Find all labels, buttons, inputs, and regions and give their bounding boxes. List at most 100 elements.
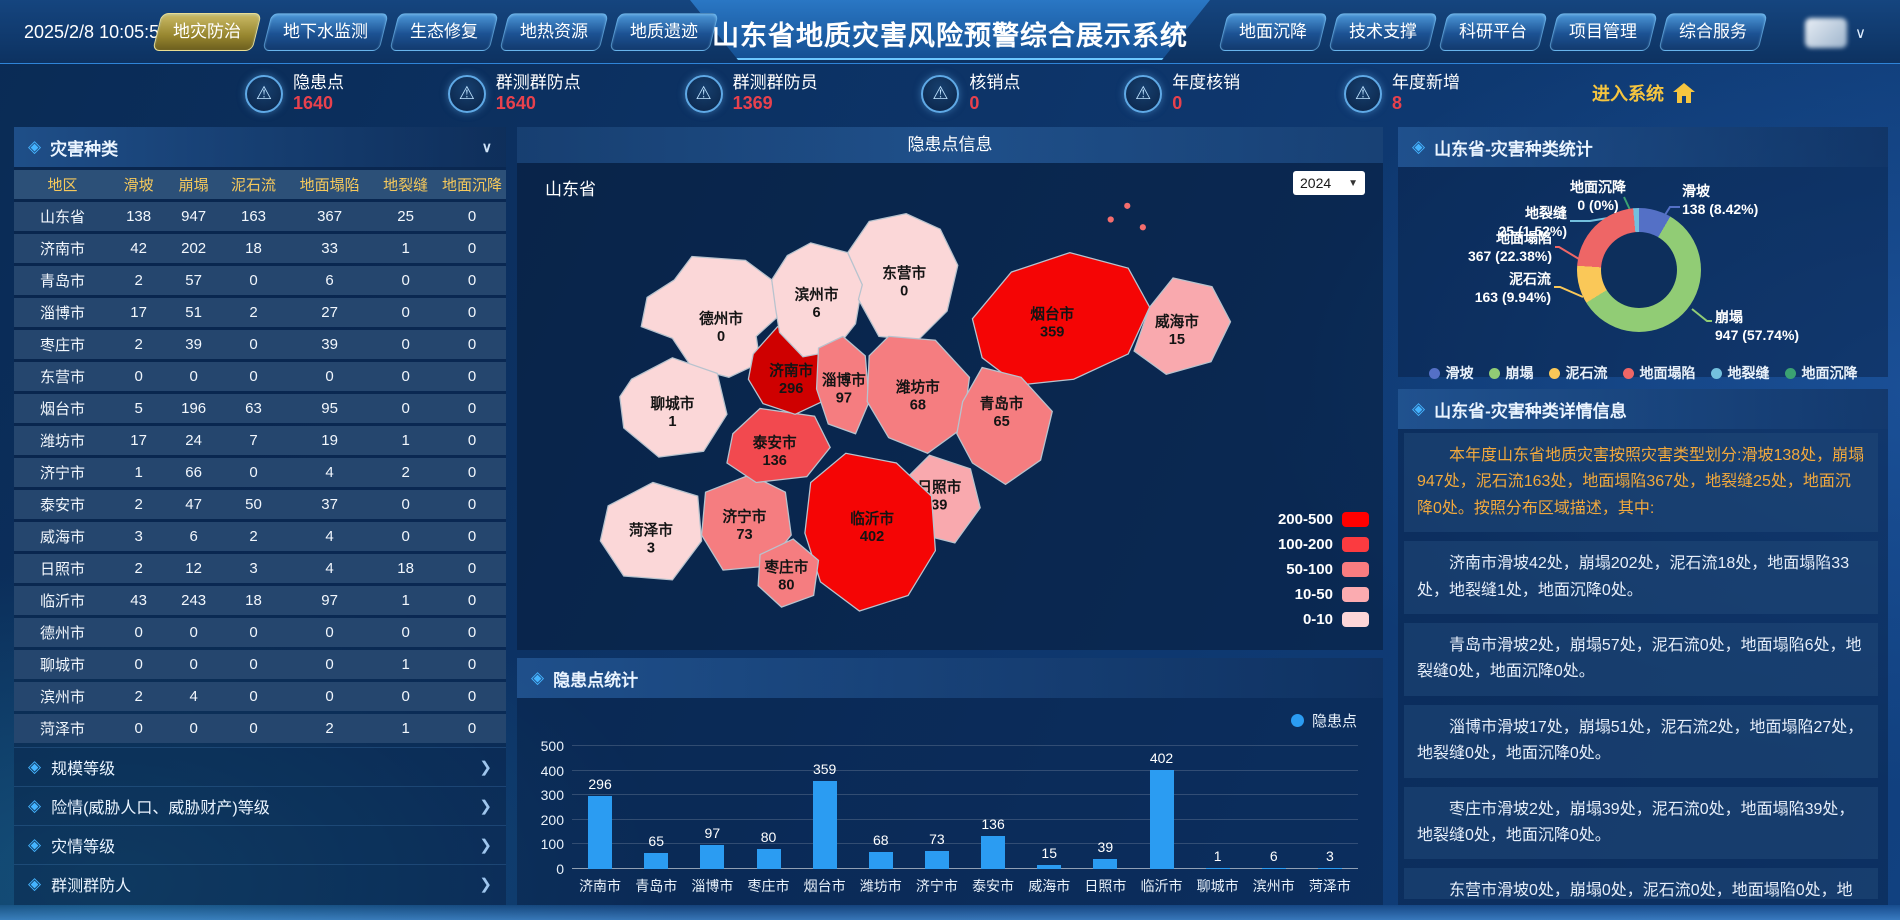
accordion-item[interactable]: ◈群测群防人❯ <box>14 864 506 903</box>
chevron-right-icon: ❯ <box>479 836 492 854</box>
bar[interactable] <box>1262 868 1286 870</box>
leader-line <box>1555 247 1579 259</box>
table-row[interactable]: 烟台市5196639500 <box>14 394 506 423</box>
map-city-value: 80 <box>778 578 794 594</box>
bar[interactable] <box>869 852 893 869</box>
table-row[interactable]: 日照市21234180 <box>14 554 506 583</box>
user-menu[interactable]: ∨ <box>1805 18 1866 48</box>
donut-legend-item[interactable]: 崩塌 <box>1489 363 1534 383</box>
map-legend-label: 200-500 <box>1278 511 1333 528</box>
table-cell: 51 <box>166 304 221 321</box>
accordion-item[interactable]: ◈规模等级❯ <box>14 747 506 786</box>
nav-tab[interactable]: 生态修复 <box>389 13 498 51</box>
bar[interactable] <box>644 853 668 869</box>
table-row[interactable]: 淄博市175122700 <box>14 298 506 327</box>
table-cell: 4 <box>166 688 221 705</box>
bar[interactable] <box>1037 865 1061 869</box>
donut-callout-value: 163 (9.94%) <box>1475 289 1551 307</box>
nav-tab[interactable]: 综合服务 <box>1658 13 1767 51</box>
table-cell: 42 <box>111 240 166 257</box>
bar[interactable] <box>1318 868 1342 870</box>
donut-legend-label: 地面沉降 <box>1802 363 1858 383</box>
avatar[interactable] <box>1805 18 1847 48</box>
table-row[interactable]: 泰安市247503700 <box>14 490 506 519</box>
table-row[interactable]: 聊城市000010 <box>14 650 506 679</box>
donut-legend-item[interactable]: 地面沉降 <box>1785 363 1858 383</box>
stat-label: 核销点 <box>969 73 1020 93</box>
bar[interactable] <box>925 851 949 869</box>
table-row[interactable]: 济南市42202183310 <box>14 234 506 263</box>
table-row[interactable]: 济宁市1660420 <box>14 458 506 487</box>
donut-chart-panel: ◈ 山东省-灾害种类统计 滑坡崩塌泥石流地面塌陷地裂缝地面沉降 滑坡138 (8… <box>1398 127 1888 377</box>
table-row[interactable]: 临沂市43243189710 <box>14 586 506 615</box>
nav-tab[interactable]: 地下水监测 <box>262 13 388 51</box>
table-cell: 2 <box>286 720 373 737</box>
table-row[interactable]: 枣庄市23903900 <box>14 330 506 359</box>
donut-legend-item[interactable]: 地裂缝 <box>1711 363 1770 383</box>
table-row[interactable]: 潍坊市172471910 <box>14 426 506 455</box>
bar-chart-legend[interactable]: 隐患点 <box>1291 710 1357 731</box>
bar[interactable] <box>981 836 1005 869</box>
bar[interactable] <box>1093 859 1117 869</box>
table-cell: 39 <box>166 336 221 353</box>
bar-group: 73济宁市 <box>909 746 965 869</box>
nav-tab[interactable]: 技术支撑 <box>1328 13 1437 51</box>
table-row[interactable]: 威海市362400 <box>14 522 506 551</box>
donut-legend-item[interactable]: 滑坡 <box>1429 363 1474 383</box>
table-row[interactable]: 青岛市2570600 <box>14 266 506 295</box>
stat-texts: 隐患点1640 <box>293 73 344 115</box>
table-cell: 0 <box>438 688 506 705</box>
donut-legend-item[interactable]: 泥石流 <box>1549 363 1608 383</box>
detail-item: 本年度山东省地质灾害按照灾害类型划分:滑坡138处，崩塌947处，泥石流163处… <box>1404 433 1878 532</box>
map-island <box>1108 216 1114 222</box>
bar[interactable] <box>1150 770 1174 869</box>
legend-dot-icon <box>1429 368 1440 379</box>
map-city-value: 296 <box>779 381 803 397</box>
bar-group: 65青岛市 <box>628 746 684 869</box>
table-row[interactable]: 东营市000000 <box>14 362 506 391</box>
table-row[interactable]: 德州市000000 <box>14 618 506 647</box>
nav-tab[interactable]: 地热资源 <box>499 13 608 51</box>
table-cell: 滨州市 <box>14 686 111 707</box>
enter-system-button[interactable]: 进入系统 <box>1592 80 1696 106</box>
table-cell: 东营市 <box>14 366 111 387</box>
accordion-item[interactable]: ◈灾情等级❯ <box>14 825 506 864</box>
table-cell: 0 <box>111 368 166 385</box>
table-cell: 0 <box>111 720 166 737</box>
collapse-chevron-icon[interactable]: ∨ <box>482 139 492 156</box>
bar[interactable] <box>700 845 724 869</box>
stat-value: 8 <box>1392 93 1460 115</box>
map-legend-label: 50-100 <box>1286 561 1333 578</box>
table-cell: 青岛市 <box>14 270 111 291</box>
table-row[interactable]: 菏泽市000210 <box>14 714 506 743</box>
accordion-item[interactable]: ◈险情(威胁人口、威胁财产)等级❯ <box>14 786 506 825</box>
legend-dot-icon <box>1785 368 1796 379</box>
bar-group: 359烟台市 <box>797 746 853 869</box>
details-list[interactable]: 本年度山东省地质灾害按照灾害类型划分:滑坡138处，崩塌947处，泥石流163处… <box>1404 433 1884 899</box>
detail-item: 青岛市滑坡2处，崩塌57处，泥石流0处，地面塌陷6处，地裂缝0处，地面沉降0处。 <box>1404 623 1878 696</box>
table-cell: 0 <box>373 624 438 641</box>
bar[interactable] <box>813 781 837 869</box>
table-cell: 17 <box>111 304 166 321</box>
bar[interactable] <box>588 796 612 869</box>
nav-tab[interactable]: 项目管理 <box>1548 13 1657 51</box>
diamond-icon: ◈ <box>28 137 41 157</box>
donut-legend-item[interactable]: 地面塌陷 <box>1623 363 1696 383</box>
bar[interactable] <box>757 849 781 869</box>
stat-value: 1640 <box>293 93 344 115</box>
table-cell: 0 <box>166 720 221 737</box>
nav-tab-label: 项目管理 <box>1569 14 1637 50</box>
nav-tab-label: 科研平台 <box>1459 14 1527 50</box>
table-row[interactable]: 山东省138947163367250 <box>14 202 506 231</box>
table-row[interactable]: 滨州市240000 <box>14 682 506 711</box>
bar[interactable] <box>1206 868 1230 870</box>
map-legend-swatch <box>1342 562 1369 577</box>
accordion-label: 群测群防人 <box>51 872 131 896</box>
bar-value: 97 <box>682 825 742 841</box>
bar-chart-panel: ◈ 隐患点统计 隐患点 0100200300400500296济南市65青岛市9… <box>517 658 1383 905</box>
map-city-value: 1 <box>668 414 676 430</box>
nav-tab[interactable]: 地灾防治 <box>152 13 261 51</box>
nav-tab[interactable]: 科研平台 <box>1438 13 1547 51</box>
nav-tab[interactable]: 地面沉降 <box>1218 13 1327 51</box>
warning-icon: ⚠ <box>245 75 283 113</box>
